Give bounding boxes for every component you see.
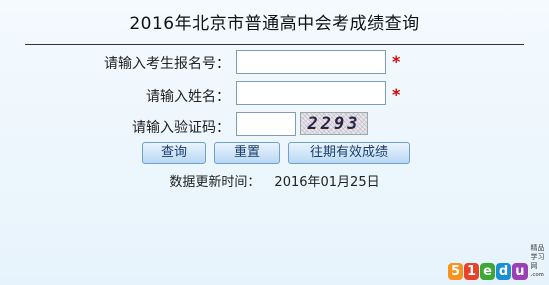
required-mark: * [392,85,401,104]
captcha-image[interactable]: 2293 [300,112,368,135]
logo-caption: 精品学习网 [530,244,545,270]
name-input[interactable] [236,81,386,105]
logo-text: 精品学习网 .com [531,244,549,280]
title-divider [25,44,524,45]
name-label: 请输入姓名： [146,89,230,105]
reset-button[interactable]: 重置 [214,142,280,164]
update-time-value: 2016年01月25日 [274,175,380,190]
logo-char: 1 [464,263,480,280]
logo-domain: .com [530,272,545,278]
logo-char: 5 [448,263,464,280]
logo-char: e [480,263,495,280]
update-time-label: 数据更新时间： [169,175,261,190]
required-mark: * [392,52,401,71]
logo-char: d [495,263,512,280]
query-button[interactable]: 查询 [142,142,206,164]
logo-char: u [512,263,528,280]
exam-number-label: 请输入考生报名号： [104,56,230,72]
past-results-button[interactable]: 往期有效成绩 [288,142,410,164]
page-title: 2016年北京市普通高中会考成绩查询 [129,14,420,34]
captcha-input[interactable] [236,112,296,136]
update-time: 数据更新时间： 2016年01月25日 [0,171,549,190]
exam-number-input[interactable] [236,50,386,74]
captcha-label: 请输入验证码： [132,120,230,136]
page: 2016年北京市普通高中会考成绩查询 请输入考生报名号： * 请输入姓名： * … [0,0,549,285]
site-logo: 51edu 精品学习网 .com [448,244,549,280]
